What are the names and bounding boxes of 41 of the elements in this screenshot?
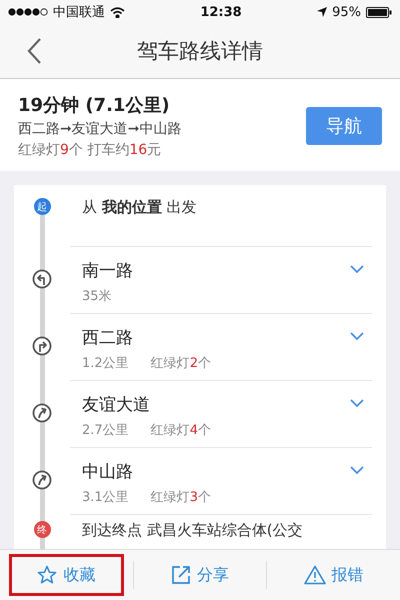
wifi-icon <box>110 6 125 18</box>
route-step[interactable]: 西二路 1.2公里 红绿灯2个 <box>14 314 386 381</box>
page-title: 驾车路线详情 <box>137 38 263 65</box>
road-name: 南一路 <box>82 260 133 282</box>
distance-text: 2.7公里 <box>82 422 129 439</box>
traffic-and-fare: 红绿灯9个 打车约16元 <box>18 141 162 159</box>
carrier-name: 中国联通 <box>53 4 105 21</box>
clock-time: 12:38 <box>200 4 242 20</box>
route-step[interactable]: 中山路 3.1公里 红绿灯3个 <box>14 448 386 515</box>
distance-text: 3.1公里 <box>82 489 129 506</box>
distance-text: 1.2公里 <box>82 355 129 372</box>
distance-text: 35米 <box>82 288 112 305</box>
star-icon <box>37 565 58 585</box>
right-turn-icon <box>32 336 52 356</box>
bear-right-turn-icon <box>32 403 52 423</box>
signal-icon <box>8 8 48 16</box>
bear-right-turn-icon <box>32 470 52 490</box>
battery-icon <box>366 6 392 18</box>
start-location-text: 从 我的位置 出发 <box>82 198 197 217</box>
chevron-down-icon[interactable] <box>350 265 364 274</box>
traffic-light-count: 红绿灯3个 <box>150 489 211 506</box>
traffic-light-count: 红绿灯2个 <box>150 355 211 372</box>
route-step[interactable]: 友谊大道 2.7公里 红绿灯4个 <box>14 381 386 448</box>
start-badge: 起 <box>34 198 50 215</box>
battery-percent: 95% <box>332 4 361 20</box>
route-step[interactable]: 南一路 35米 <box>14 247 386 314</box>
left-turn-icon <box>32 269 52 289</box>
chevron-down-icon[interactable] <box>350 399 364 408</box>
warning-icon <box>304 565 326 585</box>
traffic-light-count: 红绿灯4个 <box>150 422 211 439</box>
chevron-down-icon[interactable] <box>350 466 364 475</box>
road-name: 友谊大道 <box>82 394 150 416</box>
share-icon <box>171 565 191 585</box>
location-arrow-icon <box>317 7 328 17</box>
chevron-down-icon[interactable] <box>350 332 364 341</box>
route-roads: 西二路➞友谊大道➞中山路 <box>18 120 182 138</box>
road-name: 西二路 <box>82 327 133 349</box>
duration-distance: 19分钟 (7.1公里) <box>18 94 171 117</box>
destination-text: 到达终点 武昌火车站综合体(公交 <box>82 521 303 540</box>
road-name: 中山路 <box>82 461 133 483</box>
end-badge: 终 <box>34 521 50 538</box>
